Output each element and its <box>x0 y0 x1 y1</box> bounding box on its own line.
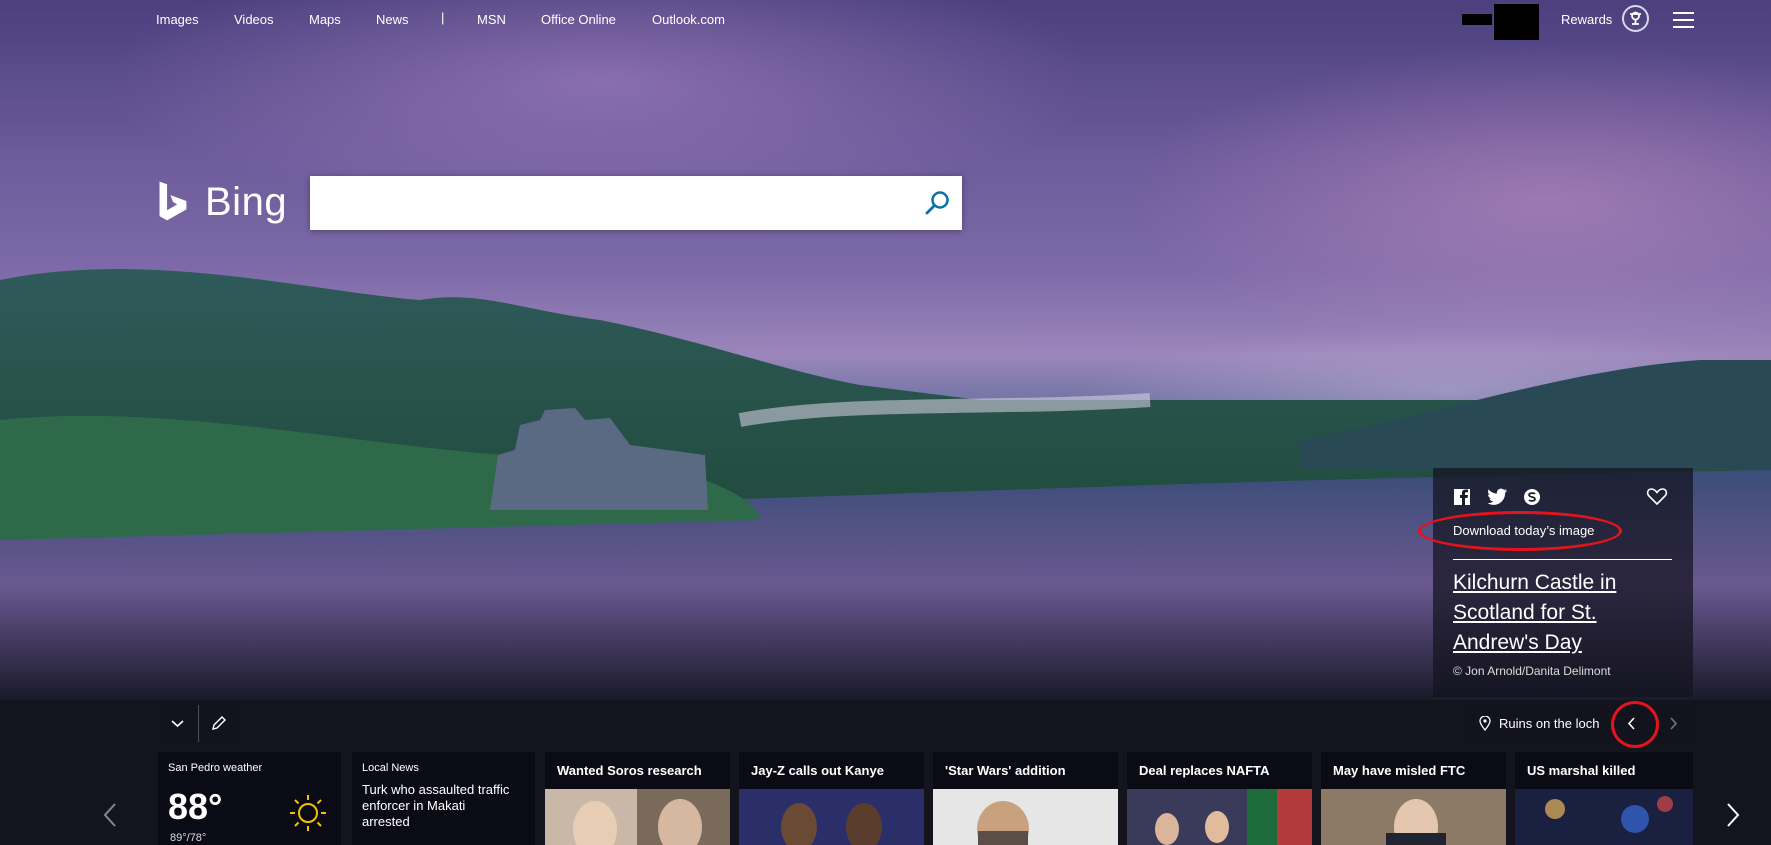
nav-link-videos[interactable]: Videos <box>234 12 274 27</box>
next-image-button[interactable] <box>1653 705 1693 742</box>
news-card[interactable]: May have misled FTC <box>1321 752 1506 845</box>
nav-separator: | <box>441 10 445 25</box>
news-card[interactable]: Jay-Z calls out Kanye <box>739 752 924 845</box>
news-strip: San Pedro weather 88° 89°/78° Local News… <box>0 752 1771 845</box>
news-card-title: Jay-Z calls out Kanye <box>751 763 884 778</box>
skype-icon[interactable] <box>1523 488 1541 506</box>
weather-temperature: 88° <box>168 786 223 827</box>
image-copyright: © Jon Arnold/Danita Delimont <box>1453 664 1611 678</box>
news-strip-previous-icon[interactable] <box>100 800 120 830</box>
nav-link-images[interactable]: Images <box>156 12 199 27</box>
local-news-headline: Turk who assaulted traffic enforcer in M… <box>362 782 510 829</box>
news-thumbnail <box>1515 789 1693 845</box>
highlight-ellipse <box>1418 511 1622 551</box>
chevron-right-icon <box>1670 717 1678 730</box>
local-news-card[interactable]: Local News Turk who assaulted traffic en… <box>352 752 535 845</box>
rewards-label[interactable]: Rewards <box>1561 12 1612 27</box>
news-card[interactable]: US marshal killed <box>1515 752 1693 845</box>
location-label: Ruins on the loch <box>1499 716 1600 731</box>
edit-button[interactable] <box>198 705 238 742</box>
pencil-icon <box>212 716 226 730</box>
sun-icon <box>290 795 326 831</box>
feed-toolbar <box>158 705 237 742</box>
news-thumbnail <box>739 789 924 845</box>
news-thumbnail <box>1127 789 1312 845</box>
news-card-title: 'Star Wars' addition <box>945 763 1066 778</box>
news-card-title: Deal replaces NAFTA <box>1139 763 1270 778</box>
local-news-label: Local News <box>362 762 419 774</box>
nav-link-msn[interactable]: MSN <box>477 12 506 27</box>
hamburger-menu-icon[interactable] <box>1673 12 1694 28</box>
chevron-down-icon <box>171 720 184 728</box>
highlight-circle <box>1611 701 1659 748</box>
image-title-link[interactable]: Kilchurn Castle in Scotland for St. Andr… <box>1453 568 1673 658</box>
weather-range: 89°/78° <box>170 832 207 844</box>
nav-link-news[interactable]: News <box>376 12 409 27</box>
weather-location: San Pedro weather <box>168 762 263 774</box>
panel-divider <box>1453 559 1672 560</box>
news-thumbnail <box>1321 789 1506 845</box>
news-card-title: US marshal killed <box>1527 763 1636 778</box>
nav-link-office-online[interactable]: Office Online <box>541 12 616 27</box>
rewards-icon[interactable] <box>1622 5 1649 32</box>
redacted-avatar[interactable] <box>1494 4 1539 40</box>
news-card[interactable]: 'Star Wars' addition <box>933 752 1118 845</box>
news-card-title: May have misled FTC <box>1333 763 1466 778</box>
news-card[interactable]: Wanted Soros research <box>545 752 730 845</box>
collapse-button[interactable] <box>158 705 197 742</box>
facebook-icon[interactable] <box>1453 488 1471 506</box>
news-thumbnail <box>545 789 730 845</box>
search-input[interactable] <box>322 186 886 222</box>
weather-card[interactable]: San Pedro weather 88° 89°/78° <box>158 752 341 845</box>
news-strip-next-icon[interactable] <box>1723 800 1743 830</box>
twitter-icon[interactable] <box>1487 488 1508 506</box>
location-pin-icon <box>1479 716 1491 731</box>
bing-logo-icon <box>159 181 187 221</box>
heart-icon[interactable] <box>1646 485 1668 507</box>
redacted-name <box>1462 14 1492 25</box>
bing-wordmark: Bing <box>205 180 288 224</box>
nav-link-outlook[interactable]: Outlook.com <box>652 12 725 27</box>
nav-link-maps[interactable]: Maps <box>309 12 341 27</box>
news-thumbnail <box>933 789 1118 845</box>
image-info-panel: Download today’s image Kilchurn Castle i… <box>1418 468 1693 697</box>
news-card-title: Wanted Soros research <box>557 763 702 778</box>
news-card[interactable]: Deal replaces NAFTA <box>1127 752 1312 845</box>
search-box <box>310 176 962 230</box>
image-location-button[interactable]: Ruins on the loch <box>1467 705 1609 742</box>
top-navigation: Images Videos Maps News | MSN Office Onl… <box>0 0 1771 40</box>
search-icon[interactable] <box>924 189 952 217</box>
